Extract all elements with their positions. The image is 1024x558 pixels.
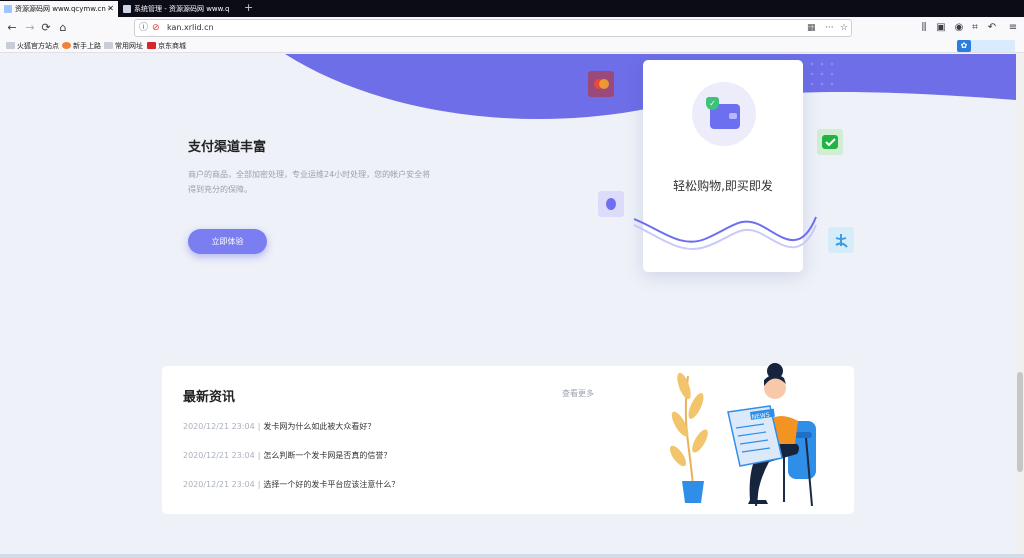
url-text[interactable]: kan.xrlid.cn [167, 20, 214, 36]
bookmark-item[interactable]: 火狐官方站点 [6, 39, 59, 53]
news-item[interactable]: 2020/12/21 23:04 | 发卡网为什么如此被大众看好？ [183, 421, 375, 432]
back-icon[interactable]: ← [4, 20, 20, 36]
undo-icon[interactable]: ↶ [985, 20, 999, 36]
try-now-button[interactable]: 立即体验 [188, 229, 267, 254]
forward-icon[interactable]: → [22, 20, 38, 36]
library-icon[interactable]: ⫼ [917, 20, 931, 36]
menu-icon[interactable]: ≡ [1006, 20, 1020, 36]
screenshot-icon[interactable]: ⌗ [968, 20, 982, 36]
bookmarks-bar: 火狐官方站点 新手上路 常用网址 京东商城 ✿ [0, 39, 1024, 53]
news-date: 2020/12/21 23:04 [183, 422, 255, 431]
bookmark-star-icon[interactable]: ☆ [840, 21, 848, 35]
news-item[interactable]: 2020/12/21 23:04 | 怎么判断一个发卡网是否真的信誉？ [183, 450, 391, 461]
info-icon[interactable]: ⓘ [139, 21, 148, 35]
bookmark-label: 京东商城 [158, 42, 186, 50]
bookmark-label: 常用网址 [115, 42, 143, 50]
jd-icon [147, 42, 156, 49]
folder-icon [104, 42, 113, 49]
close-tab-icon[interactable]: ✕ [107, 1, 114, 17]
page-content: 支付渠道丰富 商户的商品，全部加密处理，专业运维24小时处理，您的帐户安全将得到… [0, 54, 1016, 554]
bookmark-item[interactable]: 京东商城 [147, 39, 186, 53]
reload-icon[interactable]: ⟳ [38, 20, 54, 36]
site-favicon-icon [123, 5, 131, 13]
alipay-icon [828, 227, 854, 253]
tab-bar: 资源源码网 www.qcymw.cn - ✕ 系统管理 - 资源源码网 www.… [0, 0, 1024, 17]
header-wave-background [285, 54, 1016, 120]
home-icon[interactable]: ⌂ [55, 20, 71, 36]
scrollbar-thumb[interactable] [1017, 372, 1023, 472]
page-scrollbar[interactable] [1016, 54, 1024, 554]
browser-window: 资源源码网 www.qcymw.cn - ✕ 系统管理 - 资源源码网 www.… [0, 0, 1024, 558]
page-actions-icon[interactable]: ··· [825, 21, 834, 35]
extension-button[interactable]: ✿ [957, 40, 1015, 52]
tab-inactive[interactable]: 系统管理 - 资源源码网 www.q [119, 1, 239, 17]
card-title: 轻松购物,即买即发 [673, 179, 773, 193]
card-wave-line [633, 216, 817, 250]
firefox-icon [62, 42, 71, 49]
section-title: 支付渠道丰富 [188, 140, 267, 155]
url-bar[interactable]: ⓘ ⊘ kan.xrlid.cn ▦ ··· ☆ [134, 19, 852, 37]
mastercard-icon [588, 71, 614, 97]
navigation-toolbar: ← → ⟳ ⌂ ⓘ ⊘ kan.xrlid.cn ▦ ··· ☆ ⫼ ▣ ◉ ⌗… [0, 17, 1024, 39]
plant-illustration [669, 372, 708, 503]
extension-icon: ✿ [957, 40, 971, 52]
news-item[interactable]: 2020/12/21 23:04 | 选择一个好的发卡平台应该注意什么？ [183, 479, 399, 490]
bookmark-label: 火狐官方站点 [17, 42, 59, 50]
tab-label: 系统管理 - 资源源码网 www.q [134, 5, 230, 13]
news-date: 2020/12/21 23:04 [183, 451, 255, 460]
sidebar-icon[interactable]: ▣ [934, 20, 948, 36]
news-item-title[interactable]: 怎么判断一个发卡网是否真的信誉？ [263, 451, 391, 460]
qr-code-icon[interactable]: ▦ [807, 21, 816, 35]
newspaper-illustration: NEWS [727, 405, 783, 467]
tab-label: 资源源码网 www.qcymw.cn - [15, 5, 111, 13]
insecure-lock-icon[interactable]: ⊘ [152, 21, 160, 35]
bookmark-label: 新手上路 [73, 42, 101, 50]
new-tab-icon[interactable]: + [244, 1, 253, 15]
section-description: 商户的商品，全部加密处理，专业运维24小时处理，您的帐户安全将得到充分的保障。 [188, 170, 431, 194]
tab-active[interactable]: 资源源码网 www.qcymw.cn - ✕ [0, 1, 118, 17]
bookmark-item[interactable]: 常用网址 [104, 39, 143, 53]
news-heading: 最新资讯 [183, 390, 236, 405]
shield-check-icon: ✓ [706, 97, 719, 110]
site-favicon-icon [4, 5, 12, 13]
qq-icon [598, 191, 624, 217]
news-item-title[interactable]: 选择一个好的发卡平台应该注意什么？ [263, 480, 399, 489]
bookmark-item[interactable]: 新手上路 [62, 39, 101, 53]
os-taskbar [0, 554, 1024, 558]
reading-woman-illustration: NEWS [669, 363, 816, 506]
wechat-pay-icon [817, 129, 843, 155]
account-icon[interactable]: ◉ [952, 20, 966, 36]
news-date: 2020/12/21 23:04 [183, 480, 255, 489]
news-item-title[interactable]: 发卡网为什么如此被大众看好？ [263, 422, 375, 431]
folder-icon [6, 42, 15, 49]
view-more-link[interactable]: 查看更多 [562, 388, 594, 399]
